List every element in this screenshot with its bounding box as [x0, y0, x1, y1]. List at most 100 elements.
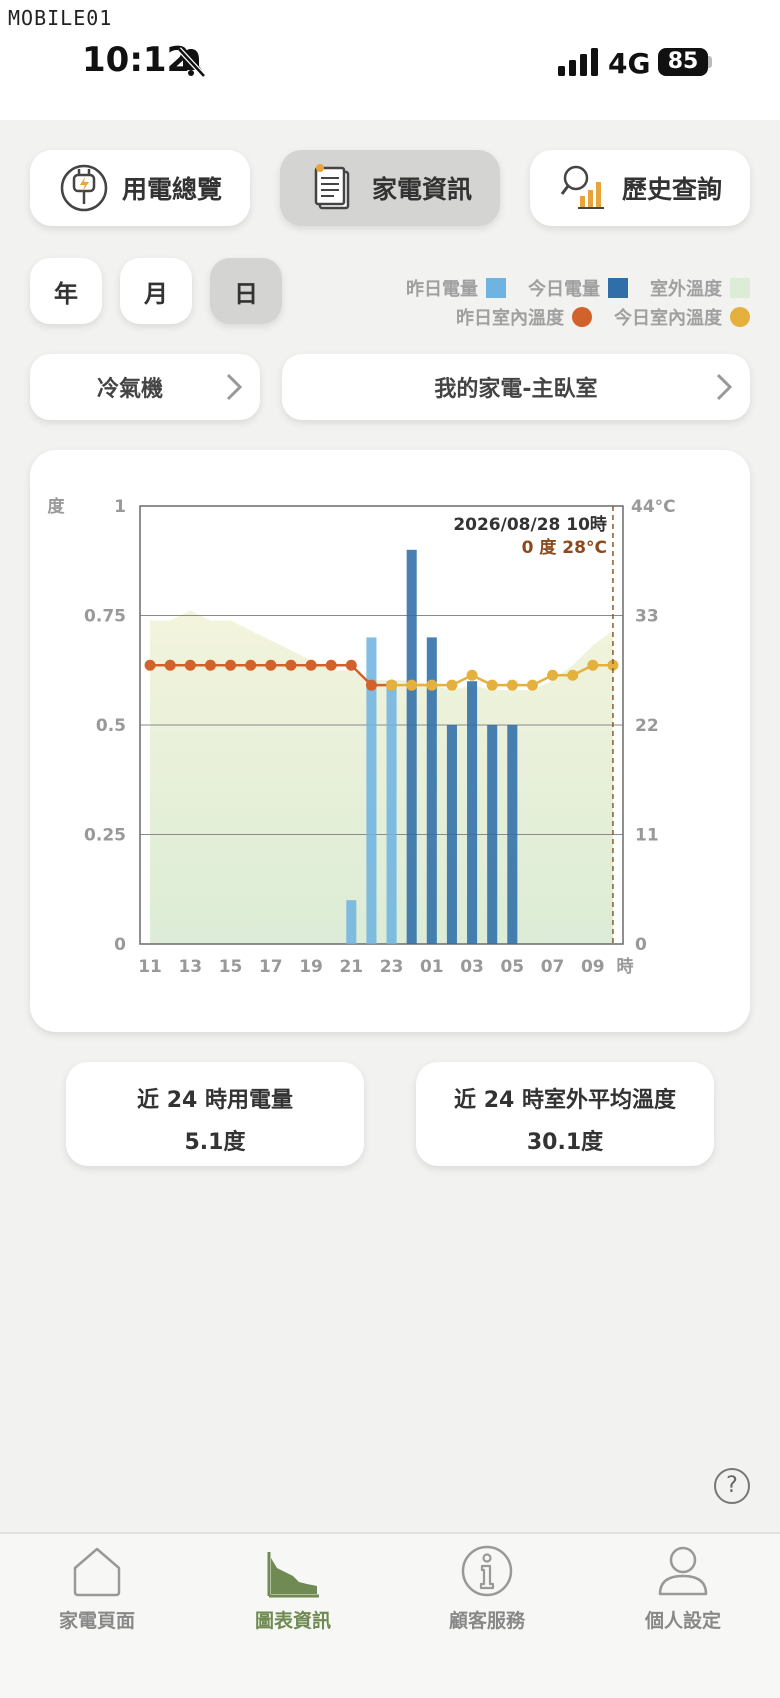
legend-yesterday-indoor: 昨日室內溫度 — [456, 308, 564, 329]
nav-home[interactable]: 家電頁面 — [17, 1544, 177, 1633]
chart-legend-row-1: 昨日電量 今日電量 室外溫度 — [406, 275, 750, 301]
signal-icon — [558, 48, 598, 76]
x-tick-label: 23 — [380, 957, 404, 977]
x-tick-label: 21 — [339, 957, 363, 977]
stat-label: 近 24 時室外平均溫度 — [454, 1088, 676, 1113]
nav-chart[interactable]: 圖表資訊 — [213, 1544, 373, 1633]
y-tick-label: 1 — [114, 497, 126, 517]
y2-axis-unit: 44°C — [631, 497, 676, 517]
x-tick-label: 01 — [420, 957, 444, 977]
legend-yesterday-power: 昨日電量 — [406, 279, 478, 300]
tab-label: 用電總覽 — [121, 175, 222, 204]
stat-24h-power: 近 24 時用電量 5.1度 — [66, 1062, 364, 1166]
y-tick-label: 0.25 — [84, 826, 126, 846]
muted-bell-icon — [177, 47, 206, 78]
y2-tick-label: 0 — [635, 935, 647, 955]
bar-today — [406, 549, 417, 944]
y2-tick-label: 11 — [635, 826, 659, 846]
appliance-type-selector[interactable]: 冷氣機 — [30, 354, 260, 420]
tab-label: 歷史查詢 — [621, 175, 722, 204]
home-icon — [73, 1547, 121, 1597]
bar-yesterday — [346, 900, 357, 944]
document-icon — [314, 164, 350, 210]
battery-icon: 85 — [658, 48, 708, 76]
appliance-label: 我的家電-主臥室 — [434, 377, 598, 402]
x-tick-label: 13 — [178, 957, 202, 977]
y-axis-unit: 度 — [48, 496, 66, 517]
help-button[interactable]: ? — [714, 1468, 750, 1504]
x-tick-label: 03 — [460, 957, 484, 977]
nav-label: 個人設定 — [644, 1610, 721, 1632]
legend-today-indoor: 今日室內溫度 — [614, 308, 722, 329]
x-tick-label: 09 — [581, 957, 605, 977]
legend-swatch — [730, 278, 750, 298]
history-search-icon — [560, 165, 604, 209]
usage-chart[interactable]: 0 0.25 0.5 0.75 1 度 0 11 22 33 44°C 11 13 15 17 19 21 23 0… — [30, 450, 750, 1032]
tab-power-overview[interactable]: 用電總覽 — [30, 150, 250, 226]
y-tick-label: 0.75 — [84, 607, 126, 627]
x-tick-label: 05 — [500, 957, 524, 977]
tab-label: 家電資訊 — [371, 175, 472, 204]
today-indoor-point — [547, 669, 559, 681]
yesterday-indoor-point — [144, 659, 156, 671]
bar-today — [507, 725, 518, 944]
nav-customer-service[interactable]: 顧客服務 — [407, 1544, 567, 1633]
yesterday-indoor-point — [164, 659, 176, 671]
x-tick-label: 11 — [138, 957, 162, 977]
today-indoor-point — [406, 679, 418, 691]
chart-legend-row-2: 昨日室內溫度 今日室內溫度 — [456, 304, 750, 330]
today-indoor-point — [567, 669, 579, 681]
y2-tick-label: 22 — [635, 716, 659, 736]
x-tick-label: 19 — [299, 957, 323, 977]
today-indoor-point — [446, 679, 458, 691]
period-year-button[interactable]: 年 — [30, 258, 102, 324]
yesterday-indoor-point — [325, 659, 337, 671]
yesterday-indoor-point — [285, 659, 297, 671]
yesterday-indoor-point — [305, 659, 317, 671]
x-tick-label: 15 — [219, 957, 243, 977]
today-indoor-point — [506, 679, 518, 691]
x-tick-label: 07 — [541, 957, 565, 977]
clock: 10:12 — [82, 40, 191, 80]
tooltip-value: 0 度 28°C — [522, 537, 607, 558]
yesterday-indoor-point — [204, 659, 216, 671]
x-axis-unit: 時 — [617, 956, 634, 977]
chart-icon — [267, 1552, 319, 1598]
yesterday-indoor-point — [225, 659, 237, 671]
y2-tick-label: 33 — [635, 607, 659, 627]
bottom-nav: 家電頁面 圖表資訊 顧客服務 個人設定 — [0, 1532, 780, 1698]
power-plug-icon — [60, 164, 108, 212]
yesterday-indoor-point — [265, 659, 277, 671]
bar-yesterday — [386, 681, 397, 944]
bar-today — [487, 725, 498, 944]
legend-swatch — [486, 278, 506, 298]
chevron-right-icon — [226, 373, 243, 401]
appliance-selector[interactable]: 我的家電-主臥室 — [282, 354, 750, 420]
period-day-button[interactable]: 日 — [210, 258, 282, 324]
y-tick-label: 0.5 — [96, 716, 126, 736]
nav-settings[interactable]: 個人設定 — [603, 1544, 763, 1633]
yesterday-indoor-point — [184, 659, 196, 671]
status-bar: MOBILE01 10:12 4G 85 — [0, 0, 780, 120]
outdoor-temp-area — [150, 610, 613, 944]
today-indoor-point — [466, 669, 478, 681]
y-tick-label: 0 — [114, 935, 126, 955]
x-tick-label: 17 — [259, 957, 283, 977]
stat-24h-outdoor-temp: 近 24 時室外平均溫度 30.1度 — [416, 1062, 714, 1166]
period-month-button[interactable]: 月 — [120, 258, 192, 324]
tab-appliance-info[interactable]: 家電資訊 — [280, 150, 500, 226]
yesterday-indoor-point — [245, 659, 257, 671]
nav-label: 家電頁面 — [58, 1610, 135, 1632]
chevron-right-icon — [716, 373, 733, 401]
tooltip-title: 2026/08/28 10時 — [453, 514, 607, 535]
bar-today — [467, 681, 478, 944]
legend-dot — [730, 307, 750, 327]
usage-chart-card: 0 0.25 0.5 0.75 1 度 0 11 22 33 44°C 11 13 15 17 19 21 23 0… — [30, 450, 750, 1032]
today-indoor-point — [386, 679, 398, 691]
stat-label: 近 24 時用電量 — [137, 1088, 293, 1113]
watermark: MOBILE01 — [8, 6, 113, 30]
tab-history[interactable]: 歷史查詢 — [530, 150, 750, 226]
legend-dot — [572, 307, 592, 327]
today-indoor-point — [426, 679, 438, 691]
info-icon — [461, 1545, 513, 1597]
